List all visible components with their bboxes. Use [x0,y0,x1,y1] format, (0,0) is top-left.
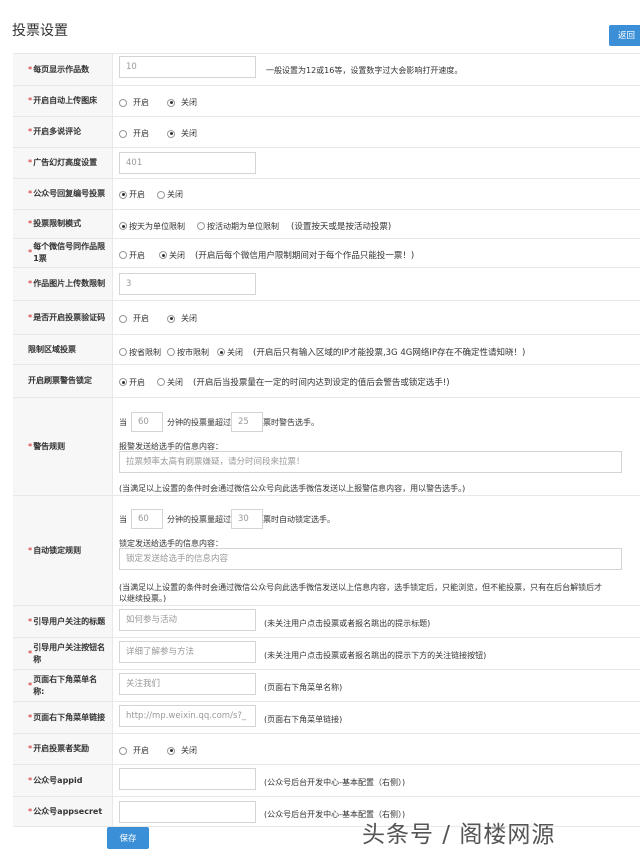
save-button[interactable]: 保存 [107,827,149,849]
row-menu-name: * 页面右下角菜单名称: 关注我们 (页面右下角菜单名称) [13,669,640,701]
limit-day-radio[interactable]: 按天为单位限制 [119,221,185,232]
reply-on-radio[interactable]: 开启 [119,189,145,200]
row-captcha: * 是否开启投票验证码 开启 关闭 [13,300,640,334]
row-appid: * 公众号appid (公众号后台开发中心-基本配置（右侧）) [13,764,640,796]
limit-period-radio[interactable]: 按活动期为单位限制 [197,221,279,232]
warn-minutes-input[interactable]: 60 [131,412,163,432]
row-ad-height: * 广告幻灯高度设置 401 [13,147,640,178]
row-vote-limit: * 投票限制模式 按天为单位限制 按活动期为单位限制 (设置按天或是按活动投票) [13,209,640,238]
upload-limit-input[interactable]: 3 [119,273,256,295]
captcha-off-radio[interactable]: 关闭 [167,313,197,324]
auto-upload-on-radio[interactable]: 开启 [119,97,149,108]
lock-minutes-input[interactable]: 60 [131,509,163,529]
reward-off-radio[interactable]: 关闭 [167,745,197,756]
ad-height-input[interactable]: 401 [119,152,256,174]
row-auto-upload: * 开启自动上传图床 开启 关闭 [13,85,640,116]
row-label: 每页显示作品数 [33,64,90,74]
back-button[interactable]: 返回 [609,25,640,46]
comment-off-radio[interactable]: 关闭 [167,128,197,139]
per-page-input[interactable]: 10 [119,56,256,78]
region-city-radio[interactable]: 按市限制 [167,347,209,358]
one-vote-off-radio[interactable]: 关闭 [159,250,185,261]
comment-on-radio[interactable]: 开启 [119,128,149,139]
row-brush-warn: 开启刷票警告锁定 开启 关闭 (开启后当投票量在一定的时间内达到设定的值后会警告… [13,364,640,397]
lock-count-input[interactable]: 30 [231,509,263,529]
row-reply-number: * 公众号回复编号投票 开启 关闭 [13,178,640,209]
row-follow-button: * 引导用户关注按钮名称 详细了解参与方法 (未关注用户点击投票或者报名跳出的提示… [13,637,640,669]
vote-limit-hint: (设置按天或是按活动投票) [291,222,392,232]
row-follow-title: * 引导用户关注的标题 如何参与活动 (未关注用户点击投票或者报名跳出的提示标题) [13,605,640,637]
page-header: 投票设置 返回 [0,0,640,50]
row-multi-comment: * 开启多说评论 开启 关闭 [13,116,640,147]
watermark-text: 头条号 / 阁楼网源 [362,822,556,848]
page-title: 投票设置 [12,23,68,39]
brush-on-radio[interactable]: 开启 [119,377,145,388]
auto-upload-off-radio[interactable]: 关闭 [167,97,197,108]
warn-count-input[interactable]: 25 [231,412,263,432]
follow-title-hint: (未关注用户点击投票或者报名跳出的提示标题) [264,619,431,628]
follow-button-input[interactable]: 详细了解参与方法 [119,641,256,663]
one-vote-hint: (开启后每个微信用户限制期间对于每个作品只能投一票！) [195,251,415,261]
reply-off-radio[interactable]: 关闭 [157,189,183,200]
captcha-on-radio[interactable]: 开启 [119,313,149,324]
per-page-hint: 一般设置为12或16等，设置数字过大会影响打开速度。 [266,66,463,75]
warn-note: (当满足以上设置的条件时会通过微信公众号向此选手微信发送以上报警信息内容，用以警… [119,484,466,493]
menu-name-hint: (页面右下角菜单名称) [264,683,343,692]
lock-msg-input[interactable]: 锁定发送给选手的信息内容 [119,548,622,570]
brush-off-radio[interactable]: 关闭 [157,377,183,388]
lock-note-2: 以继续投票。) [119,594,167,603]
brush-warn-hint: (开启后当投票量在一定的时间内达到设定的值后会警告或锁定选手!) [193,378,450,388]
follow-button-hint: (未关注用户点击投票或者报名跳出的提示下方的关注链接按钮) [264,651,487,660]
row-lock-rule: * 自动锁定规则 当 60 分钟的投票量超过 30 票时自动锁定选手。 锁定发送给… [13,495,640,605]
appid-hint: (公众号后台开发中心-基本配置（右侧）) [264,778,406,787]
follow-title-input[interactable]: 如何参与活动 [119,609,256,631]
menu-link-input[interactable]: http://mp.weixin.qq.com/s?_ [119,705,256,727]
menu-link-hint: (页面右下角菜单链接) [264,715,343,724]
lock-note-1: (当满足以上设置的条件时会通过微信公众号向此选手微信发送以上信息内容，选手锁定后… [119,583,603,592]
appsecret-input[interactable] [119,801,256,823]
region-hint: (开启后只有输入区域的IP才能投票,3G 4G网络IP存在不确定性请知晓！) [253,348,526,358]
row-upload-limit: * 作品图片上传数限制 3 [13,267,640,300]
row-reward: * 开启投票者奖励 开启 关闭 [13,733,640,764]
warn-msg-input[interactable]: 拉票频率太高有刷票嫌疑，请分时间段来拉票！ [119,451,622,473]
one-vote-on-radio[interactable]: 开启 [119,250,145,261]
reward-on-radio[interactable]: 开启 [119,745,149,756]
row-one-vote: * 每个微信号同作品限1票 开启 关闭 (开启后每个微信用户限制期间对于每个作品只… [13,238,640,267]
region-province-radio[interactable]: 按省限制 [119,347,161,358]
row-per-page: * 每页显示作品数 10 一般设置为12或16等，设置数字过大会影响打开速度。 [13,53,640,85]
row-region: 限制区域投票 按省限制 按市限制 关闭 (开启后只有输入区域的IP才能投票,3G… [13,334,640,364]
region-off-radio[interactable]: 关闭 [217,347,243,358]
menu-name-input[interactable]: 关注我们 [119,673,256,695]
row-warn-rule: * 警告规则 当 60 分钟的投票量超过 25 票时警告选手。 报警发送给选手的信… [13,397,640,495]
settings-form: * 每页显示作品数 10 一般设置为12或16等，设置数字过大会影响打开速度。 *… [13,53,640,827]
appid-input[interactable] [119,768,256,790]
row-menu-link: * 页面右下角菜单链接 http://mp.weixin.qq.com/s?_ (… [13,701,640,733]
